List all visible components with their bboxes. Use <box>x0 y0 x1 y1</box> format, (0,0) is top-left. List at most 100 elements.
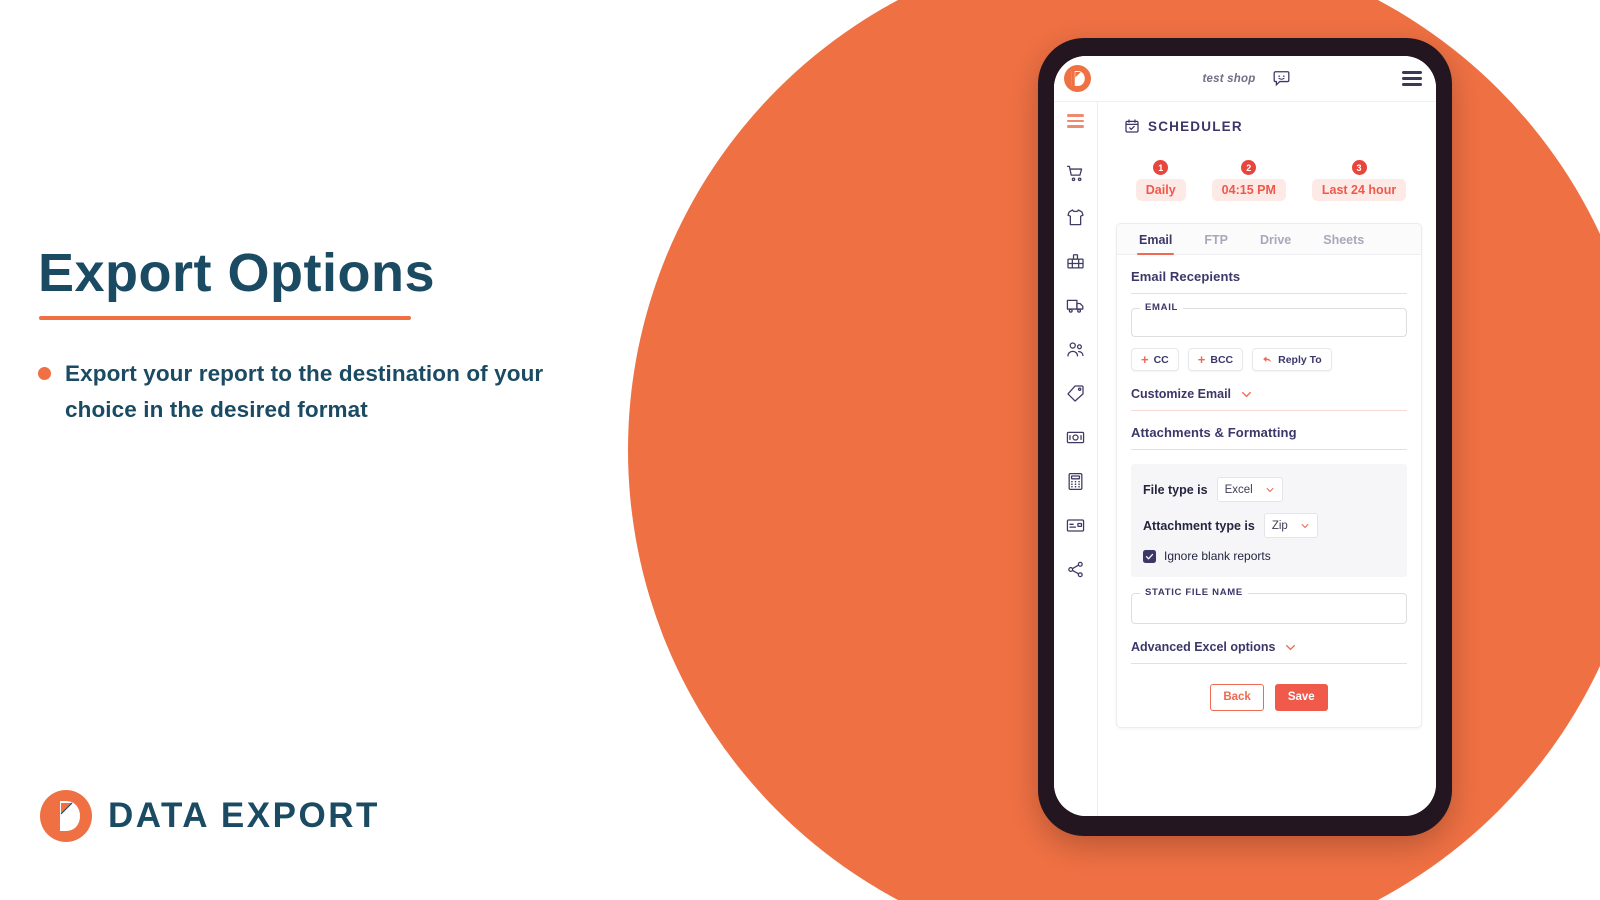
phone-mockup: test shop SCHEDULER 1 Daily 2 04:15 PM 3… <box>1038 38 1452 836</box>
card-body: Email Recepients EMAIL + CC + BCC Reply … <box>1117 255 1421 727</box>
package-box-icon <box>1067 254 1084 269</box>
phone-screen: test shop SCHEDULER 1 Daily 2 04:15 PM 3… <box>1054 56 1436 816</box>
back-button[interactable]: Back <box>1210 684 1264 711</box>
money-cash-icon <box>1066 432 1085 444</box>
ignore-blank-label: Ignore blank reports <box>1164 549 1271 563</box>
title-underline <box>39 316 411 320</box>
section-divider <box>1131 449 1407 450</box>
step-number-badge: 2 <box>1241 160 1257 175</box>
tab-sheets[interactable]: Sheets <box>1307 224 1380 254</box>
section-divider <box>1131 293 1407 294</box>
file-type-select[interactable]: Excel <box>1216 477 1283 502</box>
attachment-type-value: Zip <box>1271 519 1288 532</box>
sidebar-toggle-icon[interactable] <box>1067 114 1084 128</box>
advanced-excel-label: Advanced Excel options <box>1131 640 1276 654</box>
advanced-excel-options-toggle[interactable]: Advanced Excel options <box>1131 640 1407 654</box>
sidebar-item-integrations[interactable] <box>1064 558 1088 582</box>
hamburger-bar <box>1067 119 1084 123</box>
card-actions: Back Save <box>1131 684 1407 711</box>
static-file-name-legend: STATIC FILE NAME <box>1140 587 1248 598</box>
cc-label: CC <box>1153 353 1169 366</box>
recipient-chip-row: + CC + BCC Reply To <box>1131 348 1407 371</box>
calendar-check-icon <box>1125 119 1139 133</box>
customize-email-label: Customize Email <box>1131 387 1232 401</box>
topbar-center: test shop <box>1091 70 1402 87</box>
chevron-down-icon <box>1265 485 1275 495</box>
card-receipt-icon <box>1066 519 1085 532</box>
step-item[interactable]: 3 Last 24 hour <box>1311 160 1407 201</box>
attachment-type-select[interactable]: Zip <box>1263 513 1318 538</box>
step-label: Daily <box>1135 179 1186 201</box>
discount-tag-icon <box>1067 385 1084 402</box>
step-number-badge: 1 <box>1153 160 1169 175</box>
attachment-settings-panel: File type is Excel Attachment type is Zi… <box>1131 464 1407 577</box>
brand-logo: DATA EXPORT <box>40 790 380 842</box>
delivery-truck-icon <box>1066 300 1084 313</box>
d-letter-glyph-icon <box>53 801 80 831</box>
hamburger-bar <box>1402 77 1422 80</box>
check-icon <box>1145 553 1154 559</box>
bullet-text: Export your report to the destination of… <box>65 361 544 422</box>
app-body: SCHEDULER 1 Daily 2 04:15 PM 3 Last 24 h… <box>1054 102 1436 816</box>
scheduler-header: SCHEDULER <box>1124 118 1428 134</box>
tab-drive[interactable]: Drive <box>1244 224 1307 254</box>
hamburger-bar <box>1402 83 1422 86</box>
sidebar-item-products[interactable] <box>1064 206 1088 230</box>
sidebar-item-discounts[interactable] <box>1064 382 1088 406</box>
t-shirt-icon <box>1067 209 1084 226</box>
email-input[interactable] <box>1132 309 1406 336</box>
sidebar-item-taxes[interactable] <box>1064 470 1088 494</box>
sidebar-item-inventory[interactable] <box>1064 250 1088 274</box>
d-letter-glyph-icon <box>1071 71 1085 86</box>
save-button[interactable]: Save <box>1274 684 1328 711</box>
plus-icon: + <box>1197 352 1206 367</box>
tab-email[interactable]: Email <box>1123 224 1188 256</box>
sidebar-item-orders[interactable] <box>1064 162 1088 186</box>
step-number-badge: 3 <box>1351 160 1367 175</box>
section-divider <box>1131 663 1407 664</box>
chat-bubble-icon[interactable] <box>1273 70 1290 87</box>
destination-tabs: Email FTP Drive Sheets <box>1117 224 1421 256</box>
reply-arrow-icon <box>1262 354 1273 365</box>
step-item[interactable]: 2 04:15 PM <box>1211 160 1286 201</box>
attachment-type-row: Attachment type is Zip <box>1143 513 1395 538</box>
step-label: 04:15 PM <box>1211 179 1286 201</box>
app-logo-icon[interactable] <box>1064 65 1091 92</box>
hamburger-bar <box>1067 114 1084 117</box>
shopping-cart-icon <box>1066 166 1083 182</box>
step-item[interactable]: 1 Daily <box>1135 160 1186 201</box>
main-pane: SCHEDULER 1 Daily 2 04:15 PM 3 Last 24 h… <box>1098 102 1436 816</box>
ignore-blank-reports-row[interactable]: Ignore blank reports <box>1143 549 1395 563</box>
tab-ftp[interactable]: FTP <box>1188 224 1244 254</box>
email-recipients-heading: Email Recepients <box>1131 269 1241 284</box>
add-cc-button[interactable]: + CC <box>1131 348 1179 371</box>
hamburger-bar <box>1067 125 1084 128</box>
customize-email-toggle[interactable]: Customize Email <box>1131 387 1407 401</box>
export-options-card: Email FTP Drive Sheets Email Recepients … <box>1116 223 1422 728</box>
app-topbar: test shop <box>1054 56 1436 102</box>
ignore-blank-checkbox[interactable] <box>1143 549 1156 563</box>
sidebar-item-payouts[interactable] <box>1064 426 1088 450</box>
add-bcc-button[interactable]: + BCC <box>1187 348 1244 371</box>
section-divider <box>1131 410 1407 411</box>
hamburger-icon[interactable] <box>1402 71 1422 86</box>
reply-to-button[interactable]: Reply To <box>1252 348 1332 371</box>
logo-wordmark: DATA EXPORT <box>108 796 380 835</box>
static-file-name-input[interactable] <box>1132 594 1406 623</box>
sidebar-item-transactions[interactable] <box>1064 514 1088 538</box>
reply-to-label: Reply To <box>1278 353 1322 366</box>
share-network-icon <box>1068 562 1083 578</box>
sidebar-item-customers[interactable] <box>1064 338 1088 362</box>
static-file-name-field[interactable]: STATIC FILE NAME <box>1131 587 1407 624</box>
sidebar-item-shipping[interactable] <box>1064 294 1088 318</box>
page-title: Export Options <box>38 243 435 303</box>
chevron-down-icon <box>1284 641 1297 654</box>
file-type-value: Excel <box>1224 483 1253 496</box>
chevron-down-icon <box>1300 521 1310 531</box>
email-field[interactable]: EMAIL <box>1131 302 1407 337</box>
attachments-heading: Attachments & Formatting <box>1131 425 1297 440</box>
logo-mark-icon <box>40 790 92 842</box>
slide-canvas: Export Options Export your report to the… <box>0 0 1600 900</box>
hamburger-bar <box>1402 71 1422 74</box>
scheduler-steps: 1 Daily 2 04:15 PM 3 Last 24 hour <box>1106 160 1428 201</box>
